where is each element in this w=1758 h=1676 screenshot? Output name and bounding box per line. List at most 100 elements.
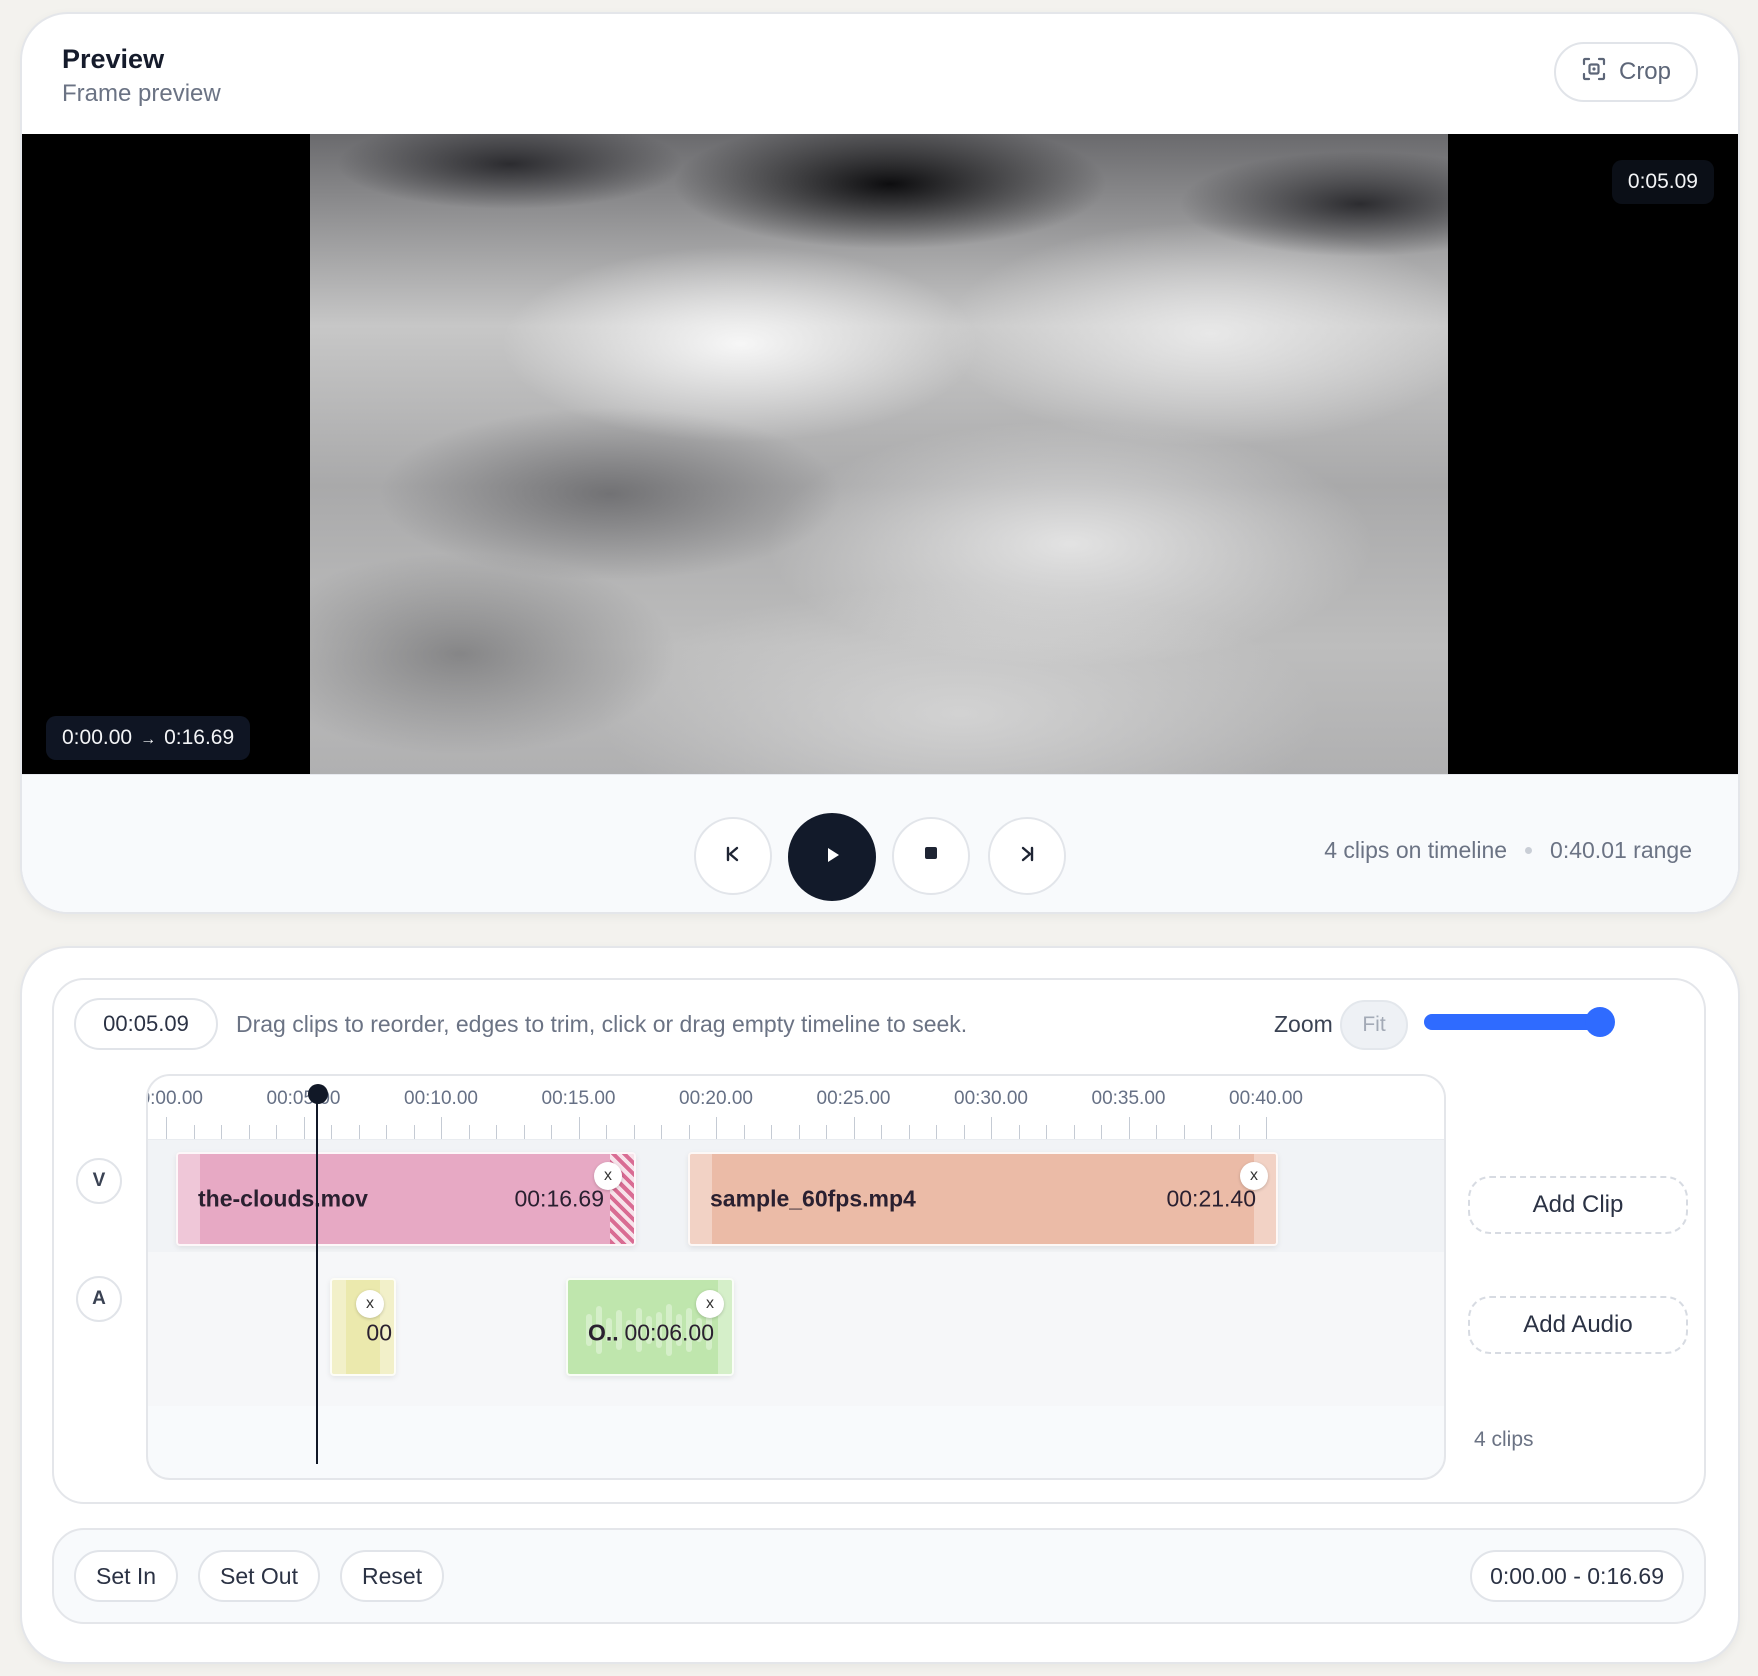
ruler-tick [1238, 1125, 1240, 1139]
trim-handle-left[interactable] [690, 1154, 712, 1244]
audio-lane[interactable]: 00 x O.. 00:06.00 x [148, 1252, 1444, 1406]
video-clip-1[interactable]: the-clouds.mov 00:16.69 x [176, 1152, 636, 1246]
video-track-label: V [76, 1158, 122, 1204]
video-frame [310, 134, 1448, 774]
ruler-label: 00:35.00 [1091, 1088, 1166, 1109]
ruler-tick [1018, 1125, 1020, 1139]
ruler-tick [853, 1117, 855, 1139]
range-controls: Set In Set Out Reset 0:00.00 - 0:16.69 [52, 1528, 1706, 1624]
range-end: 0:16.69 [164, 726, 235, 749]
remove-clip-button[interactable]: x [356, 1290, 384, 1318]
ruler-tick [688, 1125, 690, 1139]
audio-clip-1[interactable]: 00 x [330, 1278, 396, 1376]
ruler-label: 00:30.00 [954, 1088, 1028, 1109]
ruler-tick [1266, 1117, 1267, 1139]
ruler-tick [1211, 1125, 1212, 1139]
timeline-hint: Drag clips to reorder, edges to trim, cl… [236, 1011, 968, 1037]
ruler-tick [1073, 1125, 1075, 1139]
timeline-panel: 00:05.09 Drag clips to reorder, edges to… [52, 978, 1706, 1504]
ruler-tick [743, 1125, 745, 1139]
zoom-slider[interactable] [1424, 1007, 1615, 1037]
ruler-tick [303, 1117, 305, 1139]
zoom-label: Zoom [1274, 1011, 1333, 1037]
ruler-tick [991, 1117, 992, 1139]
skip-back-button[interactable] [694, 817, 772, 895]
timeline-summary: 4 clips on timeline 0:40.01 range [1324, 837, 1692, 864]
ruler-tick [221, 1125, 222, 1139]
timeline-card: 00:05.09 Drag clips to reorder, edges to… [20, 946, 1740, 1664]
stop-icon [920, 843, 942, 870]
clip-duration: 00 [366, 1319, 392, 1346]
playhead[interactable] [316, 1094, 318, 1464]
time-ruler[interactable]: 00:00.00 00:05.00 00:10.00 00:15.00 00:20.00… [148, 1076, 1444, 1140]
play-icon [821, 844, 843, 871]
video-stage[interactable]: 0:05.09 0:00.00 → 0:16.69 [22, 134, 1738, 774]
ruler-tick [826, 1125, 827, 1139]
ruler-tick [661, 1125, 662, 1139]
stop-button[interactable] [892, 817, 970, 895]
selected-range: 0:00.00 - 0:16.69 [1470, 1550, 1684, 1602]
ruler-tick [468, 1125, 470, 1139]
trim-handle-left[interactable] [332, 1280, 346, 1374]
ruler-tick [496, 1125, 497, 1139]
ruler-tick [523, 1125, 525, 1139]
ruler-tick [166, 1117, 167, 1139]
ruler-tick [606, 1125, 607, 1139]
crop-label: Crop [1618, 58, 1672, 85]
ruler-tick [1128, 1117, 1130, 1139]
crop-button[interactable]: Crop [1554, 42, 1698, 102]
ruler-tick [386, 1125, 387, 1139]
ruler-tick [716, 1117, 717, 1139]
clip-count: 4 clips [1474, 1428, 1534, 1451]
audio-track-label: A [76, 1276, 122, 1322]
remove-clip-button[interactable]: x [594, 1162, 622, 1190]
ruler-label: 00:05.00 [266, 1088, 341, 1109]
ruler-tick [248, 1125, 250, 1139]
range-chip: 0:00.00 → 0:16.69 [46, 716, 251, 760]
add-clip-button[interactable]: Add Clip [1468, 1176, 1688, 1234]
ruler-tick [633, 1125, 635, 1139]
clip-duration: 00:16.69 [514, 1185, 604, 1212]
skip-back-icon [722, 843, 744, 870]
zoom-slider-thumb[interactable] [1585, 1007, 1615, 1037]
ruler-tick [798, 1125, 800, 1139]
range-info: 0:40.01 range [1550, 837, 1692, 863]
ruler-tick [1183, 1125, 1185, 1139]
ruler-tick [441, 1117, 442, 1139]
range-start: 0:00.00 [62, 726, 133, 749]
ruler-tick [881, 1125, 882, 1139]
fit-button[interactable]: Fit [1340, 1000, 1408, 1050]
reset-button[interactable]: Reset [340, 1550, 445, 1602]
set-in-button[interactable]: Set In [74, 1550, 179, 1602]
clip-duration: 00:06.00 [624, 1319, 714, 1346]
ruler-tick [936, 1125, 937, 1139]
trim-handle-left[interactable] [178, 1154, 200, 1244]
video-clip-2[interactable]: sample_60fps.mp4 00:21.40 x [688, 1152, 1278, 1246]
play-button[interactable] [788, 813, 876, 901]
remove-clip-button[interactable]: x [1240, 1162, 1268, 1190]
timeline-tracks[interactable]: 00:00.00 00:05.00 00:10.00 00:15.00 00:20.00… [146, 1074, 1446, 1480]
ruler-label: 00:25.00 [816, 1088, 891, 1109]
ruler-tick [331, 1125, 332, 1139]
video-lane[interactable]: the-clouds.mov 00:16.69 x sample_60fps.m… [148, 1140, 1444, 1252]
set-out-button[interactable]: Set Out [198, 1550, 320, 1602]
ruler-tick [771, 1125, 772, 1139]
remove-clip-button[interactable]: x [696, 1290, 724, 1318]
current-time-chip: 0:05.09 [1611, 160, 1714, 204]
ruler-tick [1156, 1125, 1157, 1139]
separator-dot [1525, 847, 1533, 854]
audio-clip-2[interactable]: O.. 00:06.00 x [566, 1278, 734, 1376]
ruler-label: 00:20.00 [679, 1088, 753, 1109]
skip-forward-button[interactable] [988, 817, 1066, 895]
add-audio-button[interactable]: Add Audio [1468, 1296, 1688, 1354]
clip-name: O.. [588, 1319, 619, 1346]
playhead-handle[interactable] [308, 1084, 328, 1104]
ruler-tick [193, 1125, 195, 1139]
ruler-tick [413, 1125, 415, 1139]
ruler-tick [551, 1125, 552, 1139]
ruler-tick [358, 1125, 360, 1139]
ruler-label: 00:10.00 [404, 1088, 478, 1109]
ruler-tick [276, 1125, 277, 1139]
ruler-tick [1101, 1125, 1102, 1139]
clip-name: sample_60fps.mp4 [710, 1185, 916, 1212]
